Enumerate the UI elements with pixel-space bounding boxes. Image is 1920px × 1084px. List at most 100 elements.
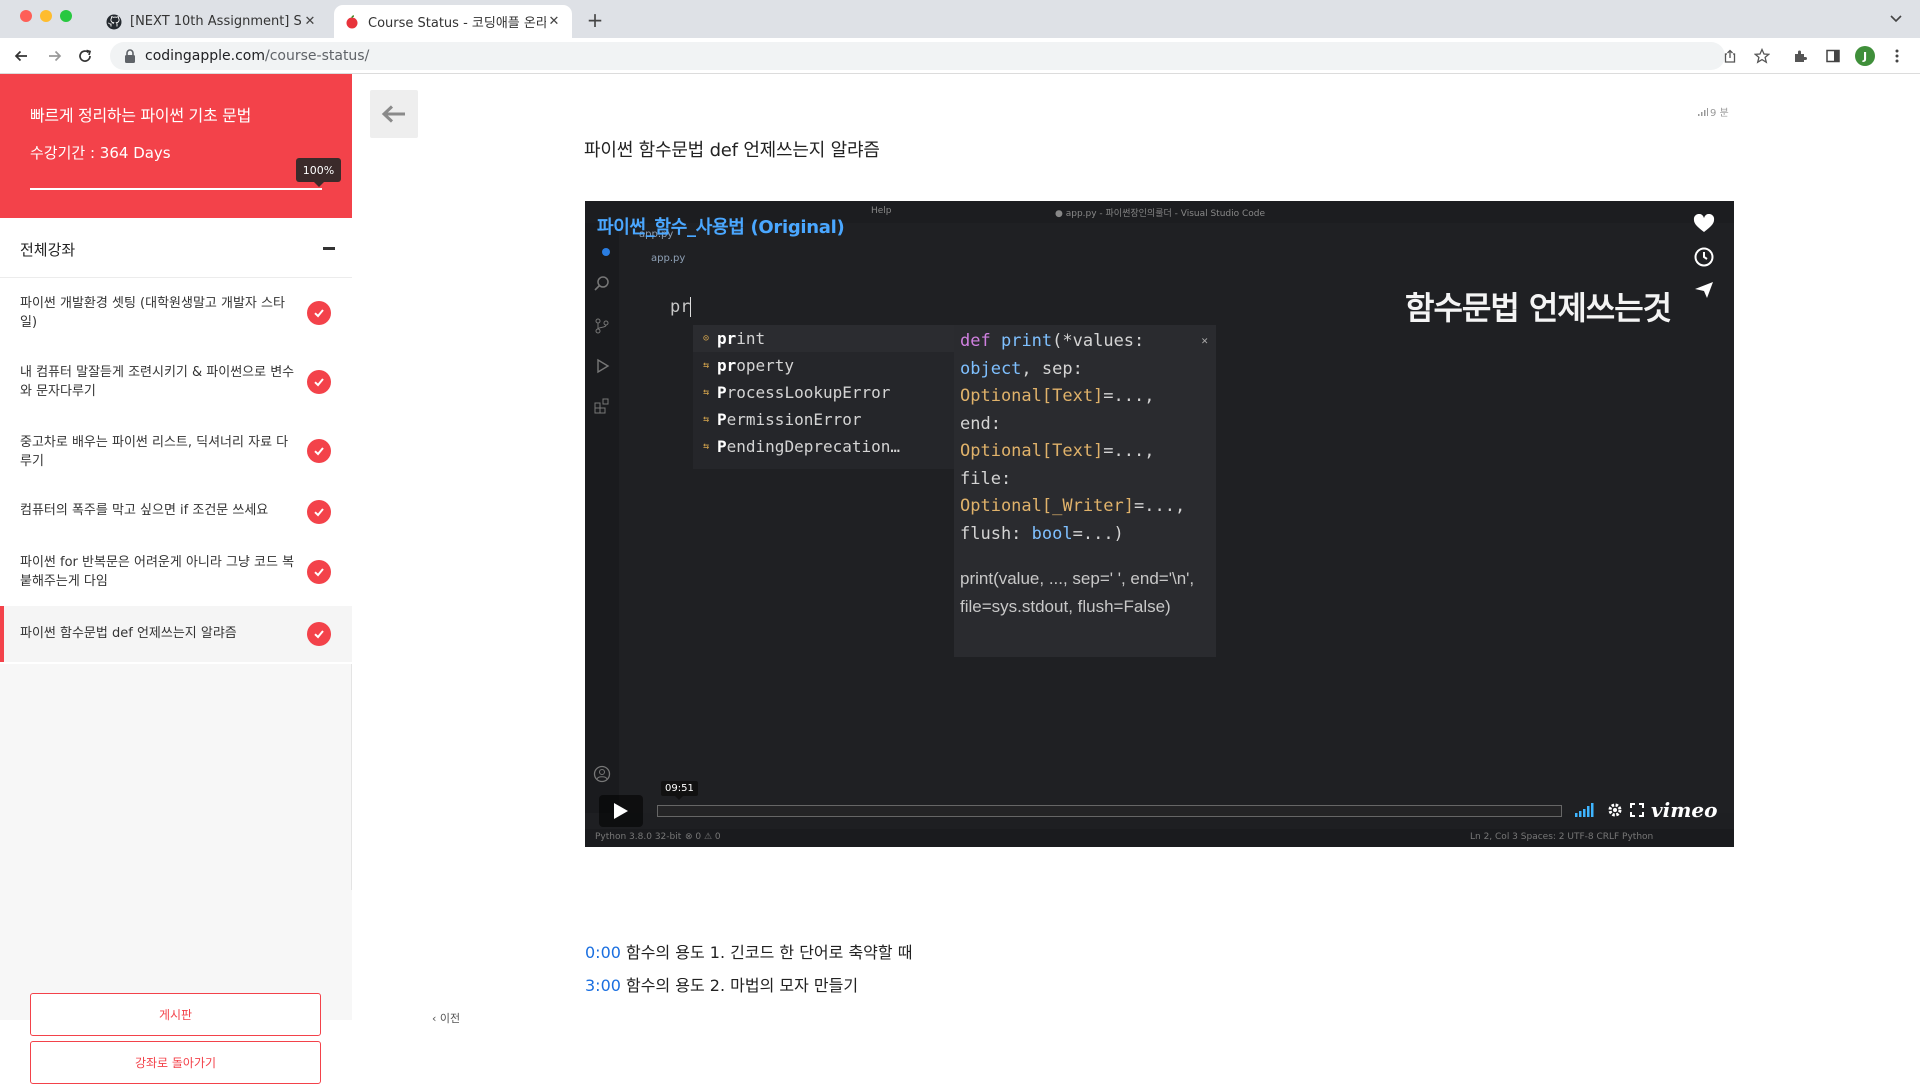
video-scrubber[interactable]: [657, 805, 1562, 817]
course-title: 빠르게 정리하는 파이썬 기초 문법: [30, 106, 252, 125]
maximize-window-button[interactable]: [60, 10, 72, 22]
lecture-item-active[interactable]: 파이썬 함수문법 def 언제쓰는지 알랴즘: [0, 606, 352, 662]
video-player[interactable]: Help ● app.py - 파이썬장인의룰더 - Visual Studio…: [585, 201, 1734, 847]
chapter-text: 함수의 용도 2. 마법의 모자 만들기: [626, 976, 859, 995]
browser-tab-course-status[interactable]: Course Status - 코딩애플 온라인 ✕: [334, 5, 572, 38]
watch-later-clock-icon[interactable]: [1689, 242, 1719, 272]
close-tab-icon[interactable]: ✕: [546, 14, 562, 29]
course-period: 수강기간 : 364 Days: [30, 144, 171, 162]
share-icon[interactable]: [1720, 46, 1740, 66]
forward-arrow-icon[interactable]: [44, 45, 66, 67]
signature-line: def print(*values:: [960, 331, 1145, 351]
course-header: 빠르게 정리하는 파이썬 기초 문법 수강기간 : 364 Days 100%: [0, 74, 352, 218]
class-icon: ⇆: [702, 414, 710, 425]
lecture-item[interactable]: 중고차로 배우는 파이썬 리스트, 딕셔너리 자료 다루기: [0, 417, 352, 485]
url-path: /course-status/: [265, 48, 370, 64]
previous-link[interactable]: ‹ 이전: [432, 1010, 460, 1026]
suggestion-item: ⇆ PermissionError: [693, 406, 955, 433]
apple-favicon-icon: [344, 14, 360, 30]
lecture-item[interactable]: 파이썬 개발환경 셋팅 (대학원생말고 개발자 스타일): [0, 278, 352, 347]
browser-toolbar: codingapple.com/course-status/ J: [0, 38, 1920, 74]
signal-icon: [1698, 107, 1708, 116]
bookmark-star-icon[interactable]: [1752, 46, 1772, 66]
lecture-item[interactable]: 컴퓨터의 폭주를 막고 싶으면 if 조건문 쓰세요: [0, 485, 352, 538]
explorer-icon: [593, 239, 611, 257]
lecture-item[interactable]: 파이썬 for 반복문은 어려운게 아니라 그냥 코드 복붙해주는게 다임: [0, 538, 352, 606]
extensions-icon[interactable]: [1791, 46, 1811, 66]
chapter-timestamp-link[interactable]: 0:00: [585, 943, 621, 962]
url-host: codingapple.com: [145, 48, 266, 64]
run-debug-icon: [593, 357, 611, 375]
function-icon: ⊙: [702, 333, 710, 344]
chapter-list: 0:00 함수의 용도 1. 긴코드 한 단어로 축약할 때 3:00 함수의 …: [585, 936, 912, 1002]
fullscreen-icon[interactable]: [1630, 801, 1644, 819]
signature-line: object, sep:: [960, 358, 1083, 379]
code-line: pr: [670, 297, 692, 317]
sidebar-actions: 게시판 강좌로 돌아가기: [0, 890, 352, 1084]
signature-line: flush: bool=...): [960, 523, 1124, 544]
course-sidebar: 빠르게 정리하는 파이썬 기초 문법 수강기간 : 364 Days 100% …: [0, 74, 352, 1084]
status-problems: ⊗ 0 ⚠ 0: [685, 832, 721, 842]
read-time-label: 9 분: [1710, 108, 1729, 119]
minimize-window-button[interactable]: [40, 10, 52, 22]
video-controls: 09:51 vimeo: [585, 781, 1734, 831]
back-to-course-button[interactable]: 강좌로 돌아가기: [30, 1041, 321, 1084]
lecture-item[interactable]: 내 컴퓨터 말잘듣게 조련시키기 & 파이썬으로 변수와 문자다루기: [0, 347, 352, 417]
left-arrow-icon: [381, 105, 405, 123]
suggestion-item: ⇆ ProcessLookupError: [693, 379, 955, 406]
vimeo-logo[interactable]: vimeo: [1651, 798, 1717, 822]
back-button[interactable]: [370, 90, 418, 138]
check-icon: [307, 560, 331, 584]
doc-text: print(value, ..., sep=' ', end='\n', fil…: [960, 569, 1195, 616]
tab-search-icon[interactable]: [1888, 10, 1904, 26]
side-panel-icon[interactable]: [1823, 46, 1843, 66]
play-button[interactable]: [599, 795, 643, 827]
section-header[interactable]: 전체강좌: [0, 218, 352, 278]
overlay-heading: 함수문법 언제쓰는것: [1405, 289, 1672, 327]
browser-tab-bar: [NEXT 10th Assignment] Sessi ✕ Course St…: [0, 0, 1920, 38]
close-window-button[interactable]: [20, 10, 32, 22]
lock-icon: [125, 49, 135, 63]
github-icon: [106, 14, 122, 30]
check-icon: [307, 439, 331, 463]
account-icon: [593, 765, 611, 783]
settings-gear-icon[interactable]: [1607, 801, 1623, 819]
source-control-icon: [593, 317, 611, 335]
collapse-minus-icon[interactable]: [323, 247, 335, 250]
signature-line: Optional[_Writer]=...,: [960, 496, 1186, 516]
back-arrow-icon[interactable]: [10, 45, 32, 67]
vscode-activitybar: [585, 223, 619, 813]
play-icon: [614, 803, 628, 819]
close-tab-icon[interactable]: ✕: [302, 14, 318, 29]
lecture-label: 파이썬 함수문법 def 언제쓰는지 알랴즘: [20, 626, 237, 641]
file-tab: app.py: [651, 253, 686, 264]
board-button[interactable]: 게시판: [30, 993, 321, 1036]
check-icon: [307, 370, 331, 394]
profile-avatar[interactable]: J: [1855, 46, 1875, 66]
signature-line: end:: [960, 413, 1001, 434]
share-paperplane-icon[interactable]: [1689, 275, 1719, 305]
doc-signature: def print(*values: object, sep: Optional[T…: [960, 328, 1210, 548]
read-time: 9 분: [1698, 104, 1729, 119]
signature-line: Optional[Text]=...,: [960, 441, 1155, 461]
current-time: 09:51: [661, 781, 698, 800]
check-icon: [307, 622, 331, 646]
tab-title: [NEXT 10th Assignment] Sessi: [130, 14, 302, 29]
chapter-timestamp-link[interactable]: 3:00: [585, 976, 621, 995]
lecture-label: 컴퓨터의 폭주를 막고 싶으면 if 조건문 쓰세요: [20, 503, 269, 518]
reload-icon[interactable]: [74, 45, 96, 67]
extensions-icon: [593, 397, 611, 415]
tab-title: Course Status - 코딩애플 온라인: [368, 16, 546, 31]
close-icon: ✕: [1201, 334, 1208, 347]
volume-icon[interactable]: [1575, 801, 1597, 819]
progress-bar: [30, 188, 322, 190]
address-bar[interactable]: codingapple.com/course-status/: [110, 42, 1725, 70]
browser-tab-github[interactable]: [NEXT 10th Assignment] Sessi ✕: [96, 5, 328, 38]
chapter-item: 3:00 함수의 용도 2. 마법의 모자 만들기: [585, 969, 912, 1002]
new-tab-button[interactable]: +: [584, 8, 606, 32]
suggestion-item: ⇆ PendingDeprecation…: [693, 433, 955, 460]
menu-kebab-icon[interactable]: [1887, 46, 1907, 66]
like-heart-icon[interactable]: [1689, 209, 1719, 239]
status-python: Python 3.8.0 32-bit: [595, 832, 682, 842]
window-title: ● app.py - 파이썬장인의룰더 - Visual Studio Code: [1055, 209, 1266, 219]
